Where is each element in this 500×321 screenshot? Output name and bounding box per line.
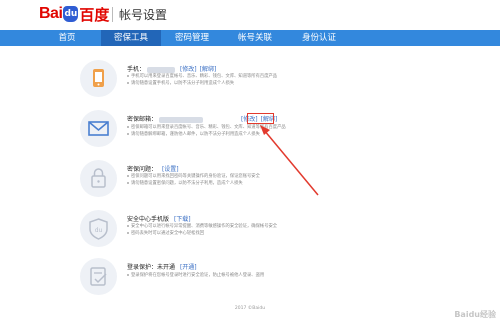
footer-copyright: 2017 ©Baidu: [234, 306, 266, 311]
watermark: Baidu经验: [454, 310, 496, 319]
annotation-arrow-icon: [260, 125, 319, 196]
